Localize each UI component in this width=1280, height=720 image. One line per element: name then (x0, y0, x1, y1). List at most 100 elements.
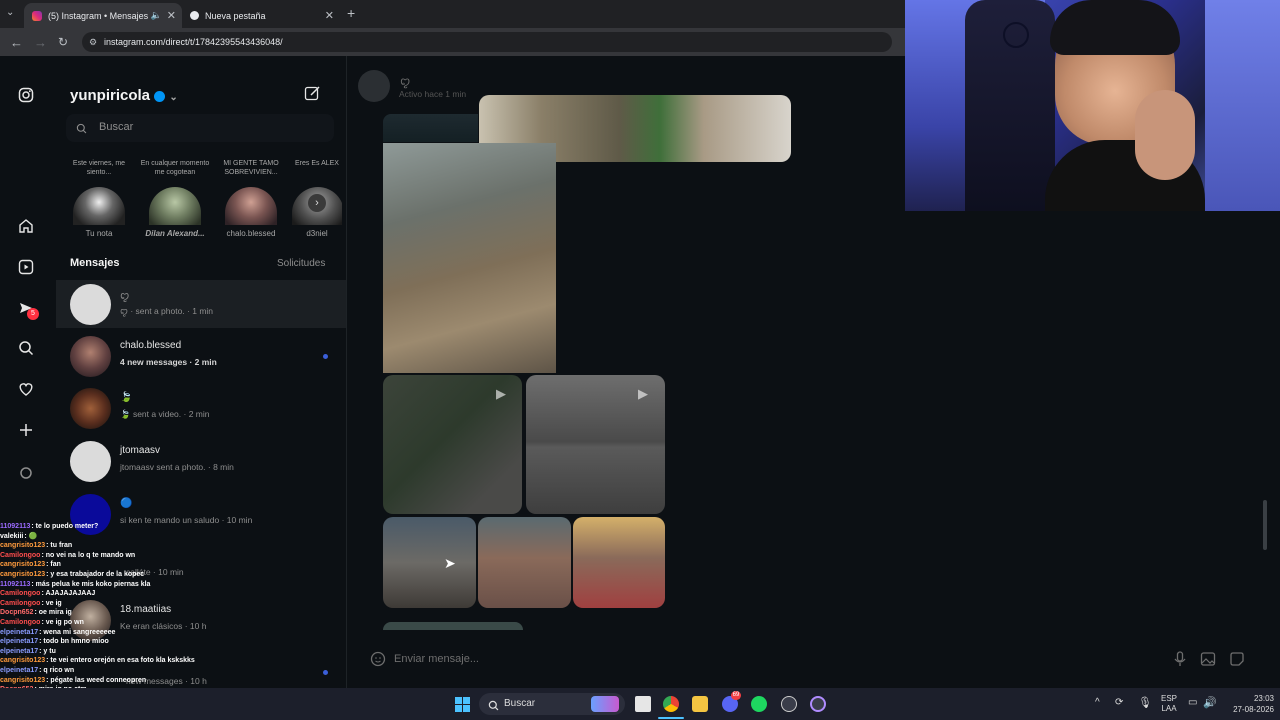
address-bar-row: ← → ↻ ⚙ instagram.com/direct/t/178423955… (0, 28, 905, 56)
message-composer[interactable]: Enviar mensaje... (358, 646, 1258, 674)
taskbar-search[interactable]: Buscar (479, 693, 625, 715)
chat-line: Camilongoo: ve ig (0, 599, 62, 607)
chat-header-avatar[interactable] (358, 70, 390, 102)
tab-search-icon[interactable]: ⌄ (6, 7, 14, 18)
clock[interactable]: 23:03 27-08-2026 (1222, 693, 1274, 715)
start-icon[interactable] (455, 697, 470, 712)
chat-header-name[interactable]: ꨄ (400, 73, 410, 89)
new-tab-button[interactable]: + (347, 5, 355, 21)
tab-new[interactable]: Nueva pestaña ✕ (182, 3, 340, 28)
note-item[interactable]: MI GENTE TAMO SOBREVIVIEN... chalo.bless… (216, 159, 286, 238)
close-tab-icon[interactable]: ✕ (325, 9, 334, 22)
note-text: Este viernes, me siento... (72, 160, 126, 176)
note-name: Tu nota (85, 229, 113, 238)
chat-line: 11092113: te lo puedo meter? (0, 523, 99, 530)
task-view-icon[interactable] (635, 696, 651, 712)
media-photo[interactable] (383, 622, 523, 630)
avatar (225, 187, 277, 225)
message-input[interactable]: Enviar mensaje... (394, 653, 479, 665)
play-icon: ▶ (638, 386, 648, 401)
messages-icon[interactable]: 5 (17, 300, 39, 320)
chat-line: Camilongoo: AJAJAJAJAAJ (0, 590, 96, 598)
avatar (70, 336, 111, 377)
network-icon[interactable]: ▭ (1188, 697, 1197, 708)
chat-line: elpeineta17: todo bn hmno mioo (0, 638, 109, 646)
reload-icon[interactable]: ↻ (58, 35, 68, 49)
discord-icon[interactable]: 69 (722, 691, 741, 712)
requests-link[interactable]: Solicitudes (277, 258, 325, 269)
media-photo[interactable] (478, 517, 571, 608)
conversation-preview: ꨄ · sent a photo. · 1 min (120, 306, 214, 316)
chat-username: Camilongoo (0, 599, 41, 607)
heart-icon[interactable] (17, 381, 35, 399)
chat-message: tu fran (50, 542, 73, 550)
chat-line: Docpn652: oe mira ig (0, 609, 72, 617)
scrollbar-thumb[interactable] (1263, 500, 1267, 550)
file-explorer-icon[interactable] (692, 696, 708, 712)
chat-username: cangrisito123 (0, 676, 46, 684)
chat-username: cangrisito123 (0, 570, 46, 578)
sync-icon[interactable]: ⟳ (1115, 697, 1123, 708)
note-name: chalo.blessed (226, 229, 276, 238)
chat-line: cangrisito123: y esa trabajador de la ko… (0, 570, 145, 578)
url-field[interactable]: ⚙ instagram.com/direct/t/178423955434360… (82, 32, 892, 52)
emoji-icon[interactable] (370, 651, 386, 672)
conversation-item[interactable]: chalo.blessed 4 new messages · 2 min (56, 332, 346, 380)
instagram-favicon-icon (32, 10, 42, 21)
media-video[interactable]: ▶ (526, 375, 665, 514)
chat-username: elpeineta17 (0, 628, 39, 636)
chevron-up-icon[interactable]: ^ (1095, 697, 1100, 708)
tab-instagram[interactable]: (5) Instagram • Mensajes 🔈 ✕ (24, 3, 182, 28)
chat-username: cangrisito123 (0, 657, 46, 665)
media-photo[interactable] (573, 517, 665, 608)
conversation-item[interactable]: ꨄ ꨄ · sent a photo. · 1 min (56, 280, 346, 328)
chat-username: Docpn652 (0, 609, 34, 617)
app-icon[interactable] (810, 696, 826, 712)
chat-username: 11092113 (0, 580, 31, 588)
create-plus-icon[interactable] (17, 422, 35, 440)
threads-icon[interactable] (17, 465, 35, 483)
microphone-tray-icon[interactable]: 🎙 (1138, 696, 1152, 709)
search-icon[interactable] (17, 340, 35, 358)
home-icon[interactable] (17, 218, 35, 236)
windows-taskbar: Buscar 69 ^ ⟳ 🎙 ESP LAA ▭ 🔊 23:03 27-08-… (0, 688, 1280, 720)
media-photo[interactable] (383, 114, 478, 142)
chat-line: Camilongoo: ve ig po wn (0, 618, 84, 626)
media-photo[interactable] (383, 143, 556, 373)
site-info-icon[interactable]: ⚙ (89, 32, 97, 52)
chevron-down-icon[interactable]: ⌄ (169, 92, 177, 103)
chevron-right-icon[interactable]: › (308, 194, 326, 212)
spotify-icon[interactable] (751, 696, 767, 712)
microphone-icon[interactable] (1173, 651, 1187, 672)
close-tab-icon[interactable]: ✕ (167, 9, 176, 22)
image-icon[interactable] (1200, 651, 1216, 672)
account-username[interactable]: yunpiricola ⌄ (70, 87, 178, 104)
obs-icon[interactable] (781, 696, 797, 712)
chat-username: elpeineta17 (0, 647, 39, 655)
search-placeholder: Buscar (99, 121, 134, 133)
note-name: d3niel (306, 229, 328, 238)
mute-icon[interactable]: 🔈 (151, 10, 162, 21)
back-icon[interactable]: ← (10, 35, 23, 50)
chrome-icon[interactable] (663, 696, 679, 712)
avatar (149, 187, 201, 225)
note-item[interactable]: En cualquer momento me cogotean Dilan Al… (140, 159, 210, 238)
search-input[interactable]: Buscar (66, 114, 334, 142)
volume-icon[interactable]: 🔊 (1203, 696, 1217, 709)
conversation-item[interactable]: jtomaasv jtomaasv sent a photo. · 8 min (56, 437, 346, 485)
chat-message: AJAJAJAJAAJ (45, 590, 96, 598)
conversation-item[interactable]: 🍃 🍃 sent a video. · 2 min (56, 384, 346, 432)
chat-username: cangrisito123 (0, 542, 46, 550)
search-highlight-icon (591, 696, 619, 712)
media-photo[interactable] (383, 517, 476, 608)
lang2-text: LAA (1161, 704, 1177, 713)
forward-icon[interactable]: → (34, 35, 47, 50)
note-item[interactable]: Este viernes, me siento... Tu nota (64, 159, 134, 238)
reels-icon[interactable] (17, 259, 35, 277)
language-indicator[interactable]: ESP LAA (1161, 694, 1177, 714)
instagram-logo-icon[interactable] (17, 87, 35, 105)
sticker-icon[interactable] (1229, 651, 1245, 672)
chat-line: cangrisito123: te vei entero orejón en e… (0, 657, 195, 665)
media-video[interactable]: ▶ (383, 375, 522, 514)
compose-icon[interactable] (304, 85, 322, 103)
